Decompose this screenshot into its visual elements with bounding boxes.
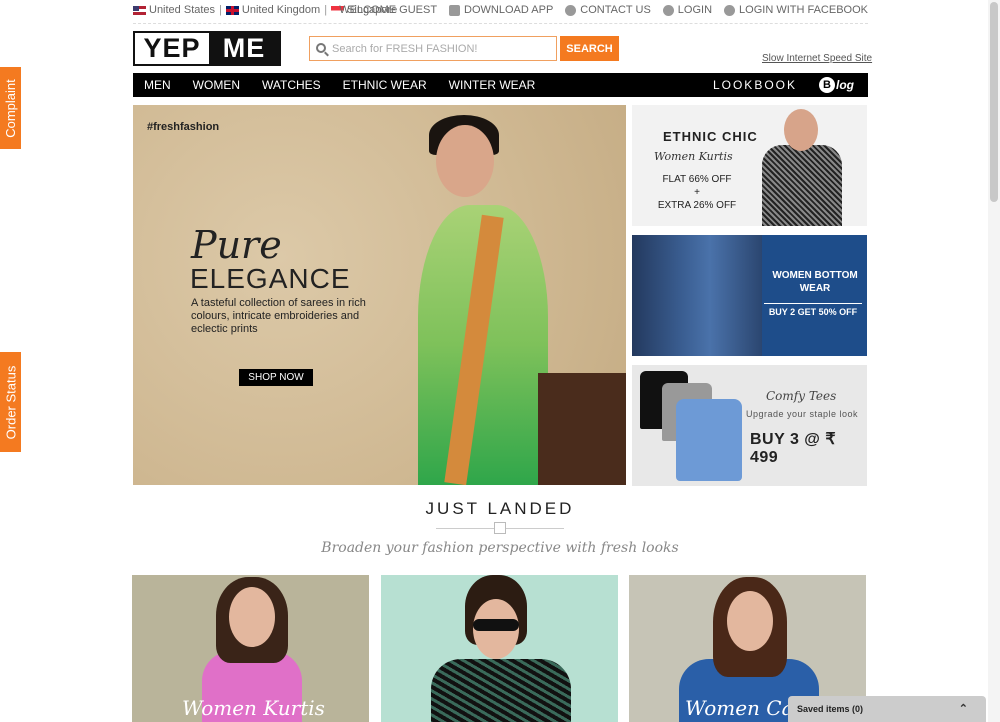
product-card-tops[interactable]: [381, 575, 618, 722]
model-face: [727, 591, 773, 651]
login-link[interactable]: LOGIN: [662, 4, 713, 16]
product-label: Women Ca: [685, 696, 794, 720]
country-uk-label: United Kingdom: [241, 4, 321, 16]
hero-cabinet: [538, 373, 626, 485]
nav-watches[interactable]: WATCHES: [262, 78, 321, 92]
ethnic-banner-subtitle: Women Kurtis: [654, 150, 733, 163]
shop-now-button[interactable]: SHOP NOW: [239, 369, 313, 386]
divider-ornament: [494, 522, 506, 534]
hero-banner[interactable]: #freshfashion Pure ELEGANCE A tasteful c…: [133, 105, 626, 485]
tees-banner-offer: BUY 3 @ ₹ 499: [750, 431, 837, 466]
country-us[interactable]: United States: [133, 4, 215, 16]
user-icon: [662, 4, 674, 16]
product-label: Women Kurtis: [182, 696, 325, 720]
hero-description: A tasteful collection of sarees in rich …: [191, 297, 366, 335]
order-status-tab[interactable]: Order Status: [0, 352, 21, 452]
hero-model-face: [436, 125, 494, 197]
facebook-login-link[interactable]: LOGIN WITH FACEBOOK: [724, 4, 868, 16]
uk-flag-icon: [225, 5, 239, 15]
mobile-icon: [449, 4, 461, 16]
nav-women[interactable]: WOMEN: [193, 78, 240, 92]
ethnic-banner-offer: FLAT 66% OFF + EXTRA 26% OFF: [654, 173, 740, 212]
us-flag-icon: [133, 5, 146, 15]
tees-banner-title: Comfy Tees: [766, 389, 837, 403]
country-us-label: United States: [149, 4, 216, 16]
complaint-tab-label: Complaint: [3, 78, 18, 138]
logo-right: ME: [209, 33, 279, 64]
comfy-tees-banner[interactable]: Comfy Tees Upgrade your staple look BUY …: [632, 365, 867, 486]
bottom-banner-title: WOMEN BOTTOM WEAR: [772, 270, 858, 294]
lookbook-link[interactable]: LOOKBOOK: [713, 78, 797, 92]
nav-ethnic-wear[interactable]: ETHNIC WEAR: [343, 78, 427, 92]
top-bar: United States | United Kingdom | Singapo…: [133, 0, 868, 24]
complaint-tab[interactable]: Complaint: [0, 67, 21, 149]
divider: |: [324, 4, 328, 16]
facebook-icon: [724, 4, 736, 16]
tees-banner-subtitle: Upgrade your staple look: [746, 409, 859, 419]
download-app-label: DOWNLOAD APP: [464, 4, 554, 16]
search-icon: [316, 43, 326, 53]
top-image: [431, 659, 571, 722]
slow-internet-link[interactable]: Slow Internet Speed Site: [762, 53, 872, 64]
blog-icon: B: [819, 77, 835, 93]
welcome-guest: WELCOME GUEST: [339, 4, 438, 16]
main-nav: MEN WOMEN WATCHES ETHNIC WEAR WINTER WEA…: [133, 73, 868, 97]
search-placeholder: Search for FRESH FASHION!: [332, 42, 478, 55]
location-pin-icon: [565, 4, 577, 16]
blog-link[interactable]: B log: [819, 77, 854, 93]
logo[interactable]: YEP ME: [133, 31, 281, 66]
model-face: [229, 587, 275, 647]
download-app-link[interactable]: DOWNLOAD APP: [449, 4, 553, 16]
scrollbar[interactable]: [988, 0, 1000, 722]
facebook-login-label: LOGIN WITH FACEBOOK: [739, 4, 868, 16]
hero-script: Pure: [191, 223, 282, 267]
saved-items-label: Saved items (0): [797, 704, 864, 714]
blog-label: log: [836, 78, 854, 92]
bottom-wear-banner[interactable]: WOMEN BOTTOM WEAR BUY 2 GET 50% OFF: [632, 235, 867, 356]
ethnic-offer-plus: +: [694, 187, 700, 198]
logo-left: YEP: [135, 33, 209, 64]
search-button[interactable]: SEARCH: [560, 36, 619, 61]
just-landed-title: JUST LANDED: [425, 499, 575, 518]
kurta-image: [762, 145, 842, 226]
nav-winter-wear[interactable]: WINTER WEAR: [449, 78, 536, 92]
search-input[interactable]: Search for FRESH FASHION!: [309, 36, 557, 61]
scrollbar-thumb[interactable]: [990, 2, 998, 202]
chevron-up-icon[interactable]: ⌃: [959, 702, 968, 715]
bottom-banner-offer: BUY 2 GET 50% OFF: [764, 303, 862, 317]
country-uk[interactable]: United Kingdom: [225, 4, 321, 16]
ethnic-banner-title: ETHNIC CHIC: [663, 129, 758, 144]
jeans-image: [632, 235, 762, 356]
order-status-tab-label: Order Status: [3, 365, 19, 439]
saved-items-bar[interactable]: Saved items (0) ⌃: [788, 696, 986, 722]
top-links: WELCOME GUEST DOWNLOAD APP CONTACT US LO…: [339, 4, 868, 16]
ethnic-chic-banner[interactable]: ETHNIC CHIC Women Kurtis FLAT 66% OFF + …: [632, 105, 867, 226]
contact-us-label: CONTACT US: [580, 4, 651, 16]
divider: |: [219, 4, 222, 16]
login-label: LOGIN: [677, 4, 713, 16]
blue-tee-image: [676, 399, 742, 481]
model-face-image: [784, 109, 818, 151]
sunglasses-image: [473, 619, 519, 631]
ethnic-offer-1: FLAT 66% OFF: [662, 174, 732, 185]
ethnic-offer-2: EXTRA 26% OFF: [657, 200, 737, 211]
hero-title: ELEGANCE: [190, 263, 351, 294]
just-landed-subtitle: Broaden your fashion perspective with fr…: [321, 540, 679, 556]
product-card-kurtis[interactable]: Women Kurtis: [132, 575, 369, 722]
contact-us-link[interactable]: CONTACT US: [565, 4, 651, 16]
hero-hashtag: #freshfashion: [147, 121, 220, 133]
nav-men[interactable]: MEN: [144, 78, 171, 92]
